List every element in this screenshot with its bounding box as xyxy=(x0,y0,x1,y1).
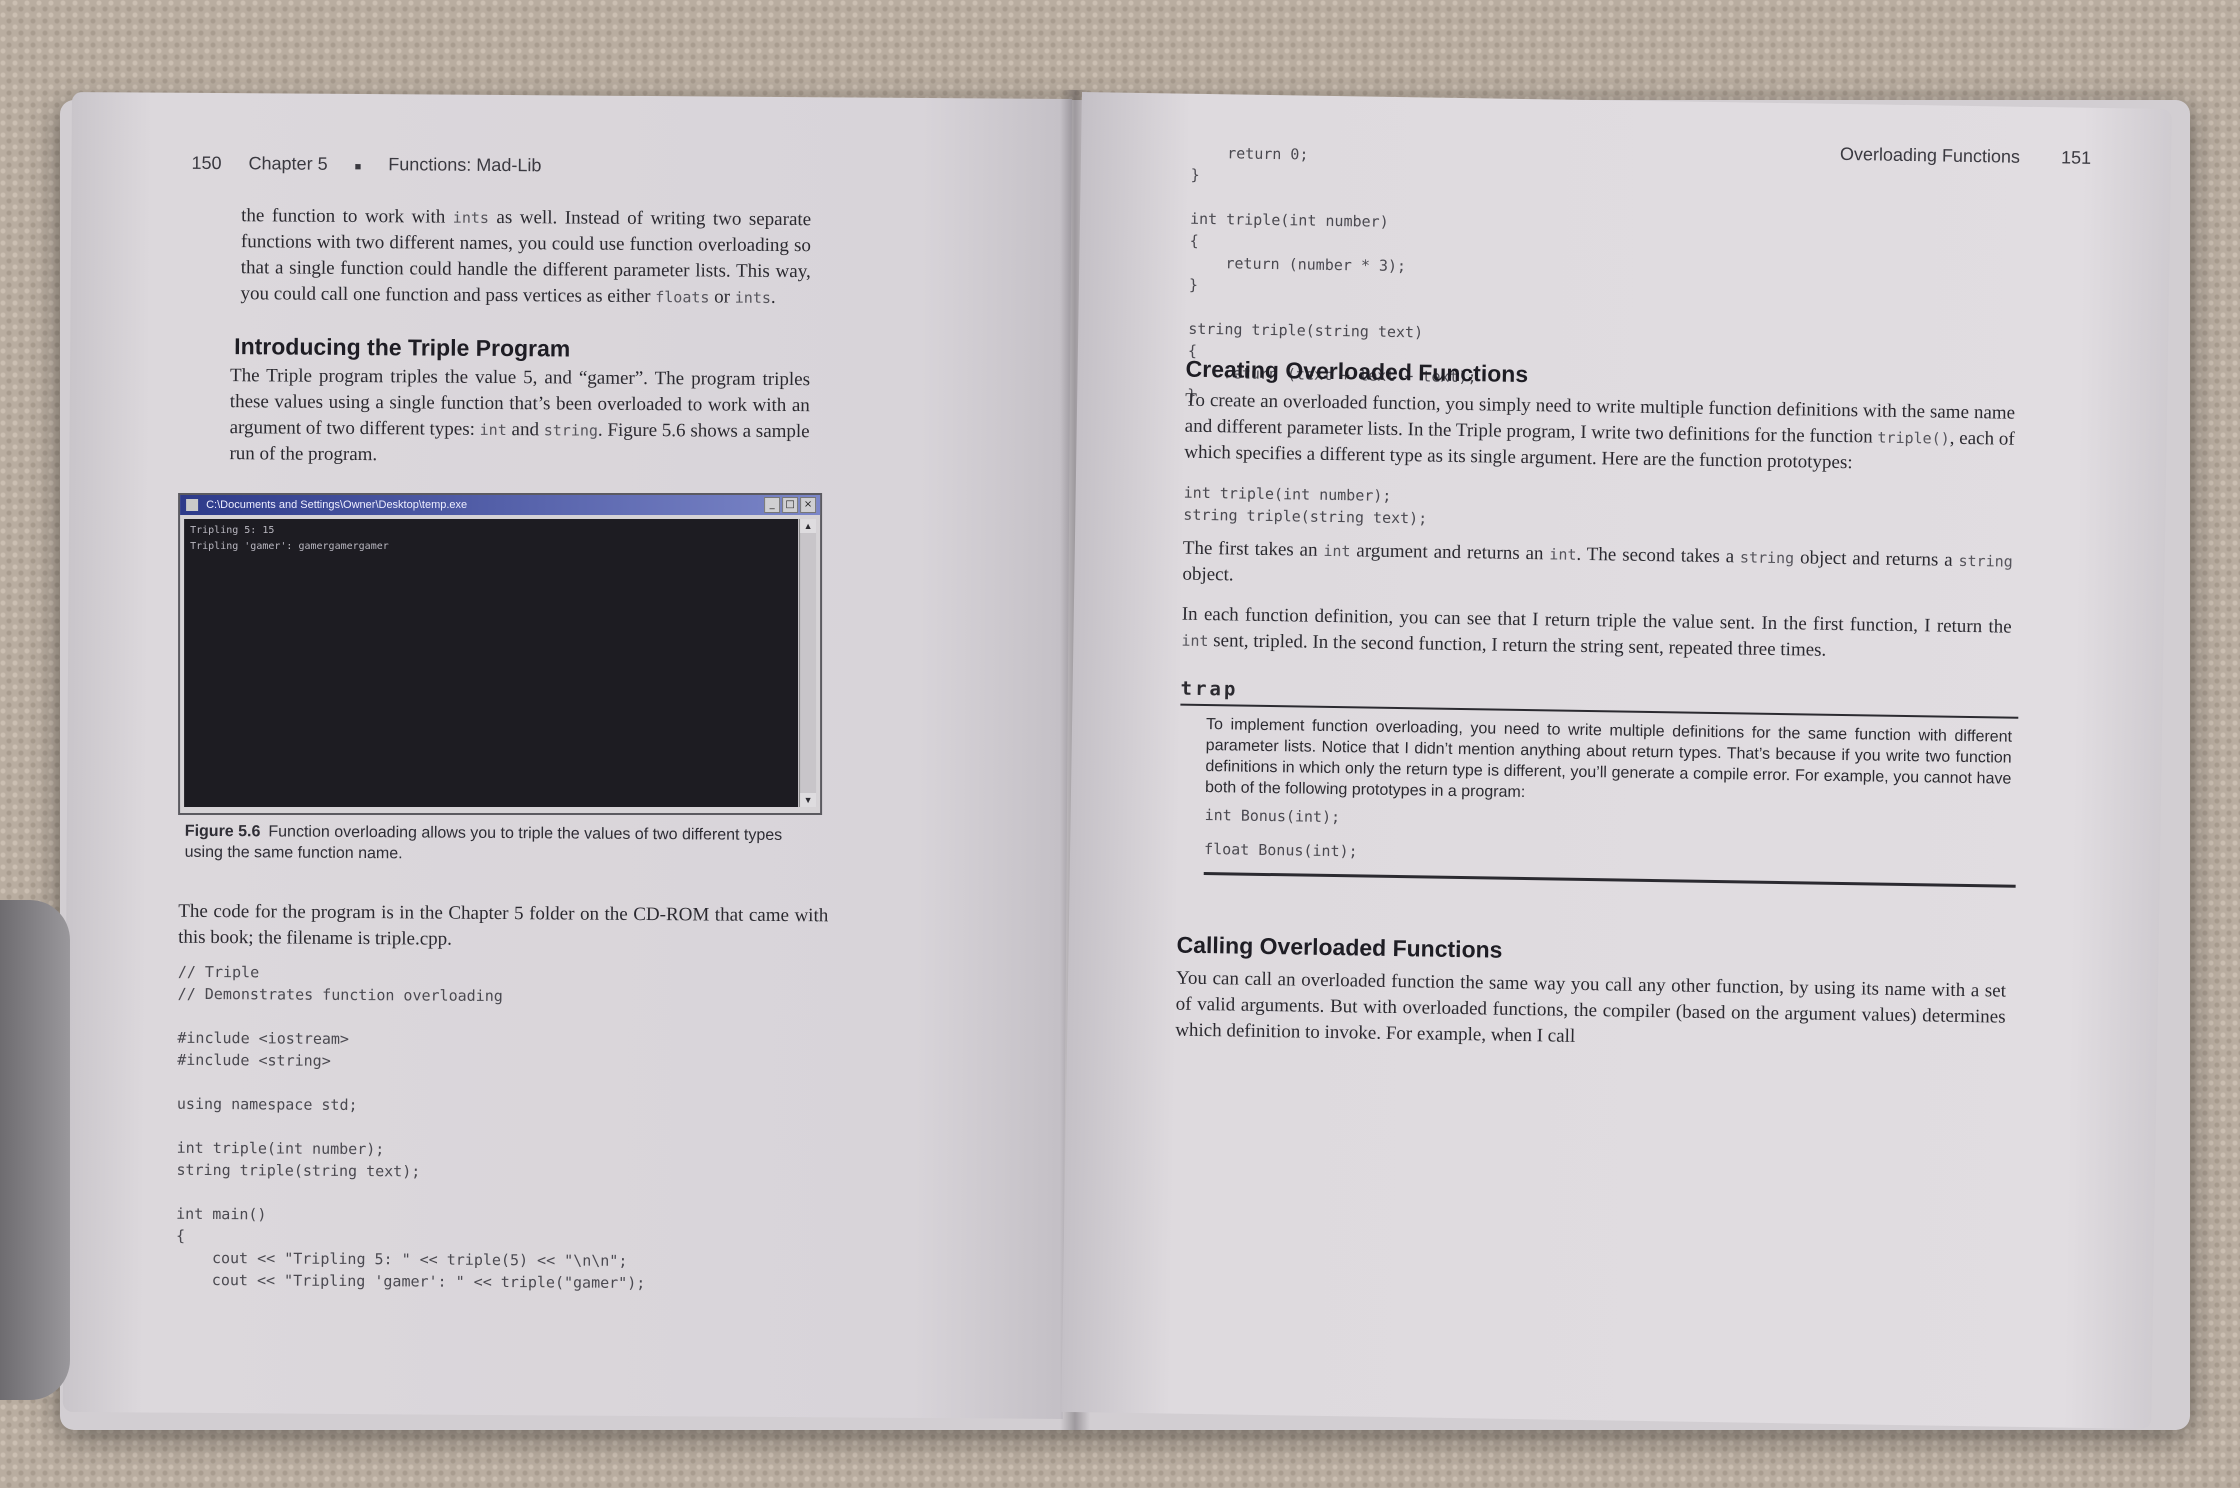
trap-text: To implement function overloading, you n… xyxy=(1204,716,2013,802)
trap-label: trap xyxy=(1180,677,1239,701)
triple-paragraph: The Triple program triples the value 5, … xyxy=(229,365,811,466)
trap-code-int-bonus: int Bonus(int); xyxy=(1204,806,1341,827)
right-page: Overloading Functions 151 return 0; } in… xyxy=(1061,92,2172,1429)
scroll-down-icon: ▼ xyxy=(800,793,817,808)
bullet-icon: ■ xyxy=(354,160,362,174)
heading-creating-overloaded: Creating Overloaded Functions xyxy=(1185,355,1529,388)
first-takes-paragraph: The first takes an int argument and retu… xyxy=(1182,537,2013,586)
prototype-listing: int triple(int number); string triple(st… xyxy=(1183,483,1428,528)
chapter-title: Functions: Mad-Lib xyxy=(388,154,542,176)
page-number: 151 xyxy=(2060,147,2092,168)
trap-bottom-rule xyxy=(1203,872,2016,888)
finger-holding-book xyxy=(0,900,70,1400)
console-titlebar: C:\Documents and Settings\Owner\Desktop\… xyxy=(180,495,821,516)
maximize-icon: □ xyxy=(782,497,799,514)
console-app-icon xyxy=(186,499,199,512)
left-running-head: 150 Chapter 5 ■ Functions: Mad-Lib xyxy=(191,153,563,177)
creating-paragraph: To create an overloaded function, you si… xyxy=(1184,389,2016,474)
code-listing-main: // Triple // Demonstrates function overl… xyxy=(175,962,646,1293)
console-output-line: Tripling 'gamer': gamergamergamer xyxy=(190,541,389,553)
heading-introducing-triple: Introducing the Triple Program xyxy=(234,333,571,362)
scroll-up-icon: ▲ xyxy=(800,519,817,534)
trap-code-float-bonus: float Bonus(int); xyxy=(1203,840,1358,861)
code-location-paragraph: The code for the program is in the Chapt… xyxy=(178,900,829,950)
right-running-head: Overloading Functions 151 xyxy=(1804,143,2091,169)
intro-paragraph: the function to work with ints as well. … xyxy=(240,205,812,308)
calling-paragraph: You can call an overloaded function the … xyxy=(1175,967,2007,1047)
page-number: 150 xyxy=(191,152,222,174)
left-page: 150 Chapter 5 ■ Functions: Mad-Lib the f… xyxy=(62,92,1072,1419)
each-definition-paragraph: In each function definition, you can see… xyxy=(1181,603,2012,661)
heading-calling-overloaded: Calling Overloaded Functions xyxy=(1176,931,1503,963)
figure-caption: Figure 5.6 Function overloading allows yo… xyxy=(184,822,783,863)
close-icon: × xyxy=(800,497,817,514)
console-window-figure: C:\Documents and Settings\Owner\Desktop\… xyxy=(178,493,823,816)
console-title: C:\Documents and Settings\Owner\Desktop\… xyxy=(206,499,468,512)
figure-label: Figure 5.6 xyxy=(184,822,261,841)
minimize-icon: _ xyxy=(764,497,781,514)
console-output-line: Tripling 5: 15 xyxy=(190,525,275,537)
running-head-title: Overloading Functions xyxy=(1839,143,2021,167)
console-scrollbar: ▲ ▼ xyxy=(799,519,817,808)
console-screen: Tripling 5: 15 Tripling 'gamer': gamerga… xyxy=(184,519,799,808)
chapter-label: Chapter 5 xyxy=(248,153,328,174)
